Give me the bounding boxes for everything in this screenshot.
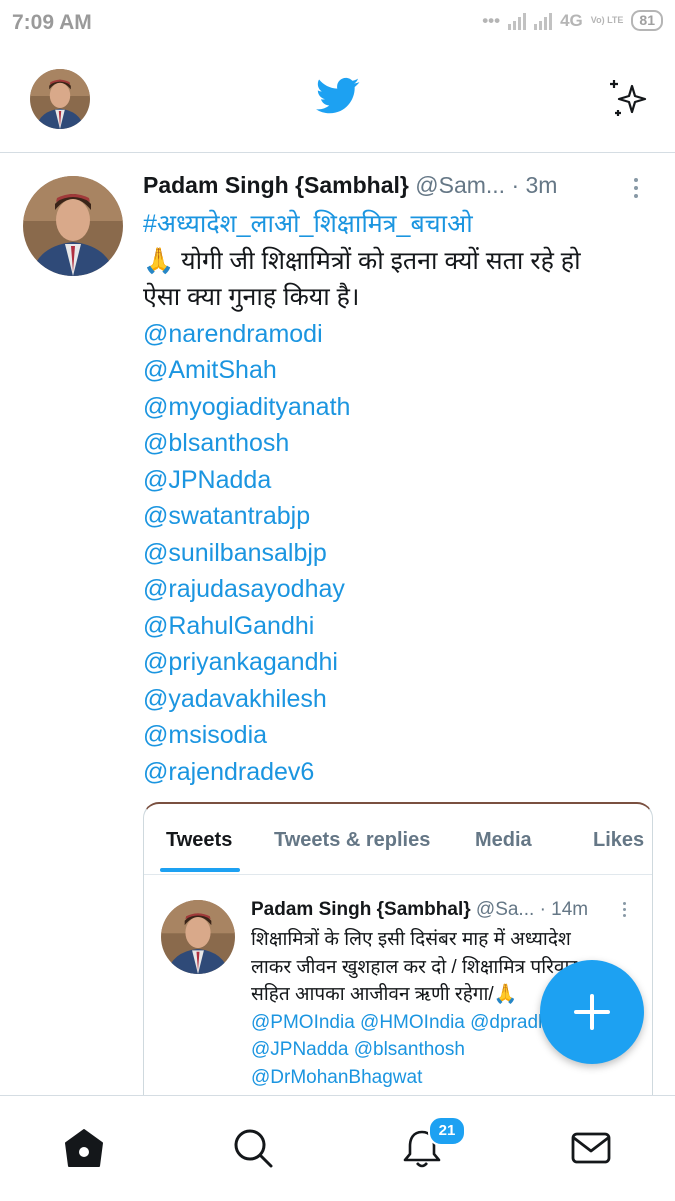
status-time: 7:09 AM [12, 11, 92, 34]
bottom-nav: 21 [0, 1095, 675, 1201]
avatar-image [23, 176, 123, 276]
mention-link[interactable]: @priyankagandhi [143, 644, 648, 681]
mention-link[interactable]: @rajendradev6 [143, 754, 648, 791]
status-indicators: ••• 4G Vo) LTE 81 [482, 10, 663, 31]
quoted-author-name: Padam Singh {Sambhal} [251, 899, 471, 920]
mention-link[interactable]: @blsanthosh [143, 425, 648, 462]
author-name[interactable]: Padam Singh {Sambhal} [143, 172, 409, 198]
volte-label: Vo) LTE [590, 15, 624, 25]
signal-icon-2 [534, 12, 553, 30]
nav-messages[interactable] [569, 1126, 613, 1170]
profile-avatar-button[interactable] [30, 69, 90, 129]
hashtag-link[interactable]: #अध्यादेश_लाओ_शिक्षामित्र_बचाओ [143, 206, 648, 243]
signal-icon [508, 12, 527, 30]
quoted-mentions-line: @DrMohanBhagwat [251, 1066, 423, 1088]
tweet-header: Padam Singh {Sambhal} @Sam... · 3m [143, 172, 643, 206]
mail-icon [571, 1132, 611, 1164]
plus-icon [574, 994, 610, 1030]
mention-link[interactable]: @swatantrabjp [143, 498, 648, 535]
mention-link[interactable]: @narendramodi [143, 316, 648, 353]
tweet-body: #अध्यादेश_लाओ_शिक्षामित्र_बचाओ 🙏 योगी जी… [143, 206, 648, 790]
app-header [0, 46, 675, 153]
home-icon [65, 1129, 103, 1167]
tweet-text-line: ऐसा क्या गुनाह किया है। [143, 283, 360, 311]
mention-link[interactable]: @yadavakhilesh [143, 681, 648, 718]
avatar-image [30, 69, 90, 129]
mention-link[interactable]: @AmitShah [143, 352, 648, 389]
quoted-author-avatar [161, 900, 235, 974]
tweet-author-avatar[interactable] [23, 176, 123, 276]
tab-media: Media [475, 829, 532, 851]
tweet-time: · 3m [511, 172, 558, 198]
quoted-more-icon [623, 902, 629, 922]
nav-home[interactable] [62, 1126, 106, 1170]
notifications-badge: 21 [428, 1116, 466, 1146]
twitter-bird-icon[interactable] [316, 77, 360, 115]
dots-icon: ••• [482, 10, 501, 30]
mention-link[interactable]: @RahulGandhi [143, 608, 648, 645]
mention-link[interactable]: @msisodia [143, 717, 648, 754]
mention-link[interactable]: @sunilbansalbjp [143, 535, 648, 572]
quoted-author-handle: @Sa... [475, 899, 535, 920]
quoted-tweet-header: Padam Singh {Sambhal} @Sa... · 14m [251, 899, 646, 921]
avatar-image [161, 900, 235, 974]
quoted-tweet-time: · 14m [539, 899, 589, 920]
battery-indicator: 81 [631, 10, 663, 31]
tab-likes: Likes [593, 829, 645, 851]
tab-tweets: Tweets [166, 829, 233, 851]
nav-search[interactable] [231, 1126, 275, 1170]
mention-link[interactable]: @rajudasayodhay [143, 571, 648, 608]
tweet-text-line: 🙏 योगी जी शिक्षामित्रों को इतना क्यों सत… [143, 246, 581, 275]
mention-link[interactable]: @JPNadda [143, 462, 648, 499]
more-options-icon[interactable] [632, 178, 640, 202]
network-label: 4G [560, 10, 583, 30]
compose-tweet-button[interactable] [540, 960, 644, 1064]
author-handle: @Sam... [415, 172, 506, 198]
mention-link[interactable]: @myogiadityanath [143, 389, 648, 426]
quoted-text-line: शिक्षामित्रों के लिए इसी दिसंबर माह में … [251, 929, 571, 950]
profile-tabs: Tweets Tweets & replies Media Likes [144, 804, 652, 875]
tab-tweets-replies: Tweets & replies [274, 829, 431, 851]
active-tab-indicator [160, 868, 240, 872]
status-bar: 7:09 AM ••• 4G Vo) LTE 81 [0, 0, 675, 46]
search-icon [234, 1129, 273, 1168]
sparkle-icon[interactable] [606, 74, 654, 122]
